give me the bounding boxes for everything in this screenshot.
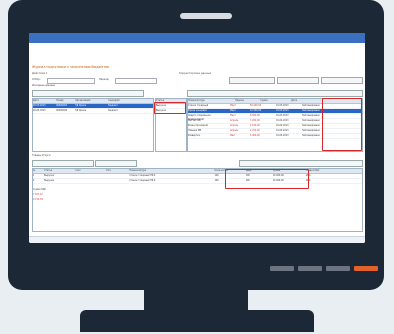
- column-header: Номенклатура: [129, 169, 147, 172]
- table-cell: 18%: [305, 174, 311, 177]
- toolbar-button[interactable]: [229, 77, 275, 84]
- table-cell: Март: [230, 114, 236, 117]
- highlight-box-article: [154, 102, 186, 114]
- table-row[interactable]: 2 Выручка Станок токарный ТВ-6 100 600 6…: [33, 179, 362, 201]
- monitor-stand-base: [80, 310, 314, 332]
- monitor-stand-neck: [144, 290, 248, 312]
- monitor-button[interactable]: [270, 266, 294, 271]
- lower-toolbar-2[interactable]: [95, 160, 137, 167]
- column-header: Ставка НДС: [305, 169, 320, 172]
- table-cell: Бюджет: [108, 104, 118, 107]
- table-cell: 4 100,00: [250, 124, 260, 127]
- table-cell: 01.04.2013: [276, 124, 289, 127]
- period-input[interactable]: [115, 78, 157, 84]
- toolbar-button-3[interactable]: [321, 77, 363, 84]
- table-cell: Март: [230, 109, 236, 112]
- column-header: Период: [235, 99, 244, 102]
- table-cell: Апрель: [230, 124, 239, 127]
- filter-label: Отбор:: [32, 78, 41, 81]
- table-cell: ТД Орион: [75, 109, 87, 112]
- page-title: Журнал подготовки к заполнению бюджетов: [32, 65, 109, 69]
- table-cell: 20.03.2013: [33, 104, 46, 107]
- table-cell: 01.03.2013: [276, 114, 289, 117]
- table-cell: Май: [230, 134, 235, 137]
- power-button[interactable]: [354, 266, 378, 271]
- table-cell: 01.03.2013: [276, 109, 289, 112]
- table-cell: Апрель: [230, 129, 239, 132]
- table-cell: 8 500,00: [250, 114, 260, 117]
- highlight-box-quantity: [225, 169, 309, 189]
- table-cell: 9 152,54: [33, 198, 43, 201]
- table-cell: Сверло спиральное: [188, 114, 211, 117]
- left-toolbar[interactable]: [32, 90, 144, 97]
- column-header: Статья: [44, 169, 53, 172]
- app-window: Журнал подготовки к заполнению бюджетов …: [29, 33, 365, 243]
- table-cell: Бюджет: [108, 109, 118, 112]
- monitor-button[interactable]: [298, 266, 322, 271]
- table-cell: 50 000,00: [250, 104, 262, 107]
- table-cell: 1: [33, 174, 35, 177]
- table-cell: 2 700,00: [250, 129, 260, 132]
- table-cell: Станок токарный ТВ-6: [129, 179, 156, 182]
- column-header: Сумма НДС: [33, 188, 47, 191]
- table-cell: Станок токарный ТВ-4: [129, 174, 156, 177]
- column-header: Кол.: [106, 169, 112, 172]
- table-cell: 01.05.2013: [276, 134, 289, 137]
- period-label: Период:: [99, 78, 110, 81]
- table-cell: Выручка: [44, 179, 54, 182]
- section-label: Исходные данные: [32, 84, 55, 87]
- column-header: Сумма: [260, 99, 268, 102]
- actions-menu[interactable]: Действия ▾: [32, 72, 47, 75]
- highlight-box-comment: [322, 98, 362, 151]
- window-title-bar: [29, 33, 365, 43]
- table-cell: Плашка М8: [188, 129, 202, 132]
- column-header: №: [33, 169, 36, 172]
- documents-table: Дата Номер Организация Сценарий 20.03.20…: [32, 98, 154, 152]
- lines-table: № Статья Счет Кол. Номенклатура Количест…: [32, 168, 363, 232]
- toolbar-button-2[interactable]: [277, 77, 319, 84]
- table-cell: Метчик М6: [188, 119, 201, 122]
- table-cell: 2: [33, 179, 35, 182]
- table-cell: 00000001: [56, 104, 68, 107]
- right-toolbar[interactable]: [187, 90, 363, 97]
- table-cell: 01.04.2013: [276, 119, 289, 122]
- status-bar: [29, 236, 365, 243]
- table-cell: Станок токарный: [188, 104, 209, 107]
- table-cell: 00000002: [56, 109, 68, 112]
- table-cell: 01.03.2013: [276, 104, 289, 107]
- table-cell: 3 200,00: [250, 119, 260, 122]
- lower-toolbar-3[interactable]: [239, 160, 363, 167]
- column-header: Счет: [75, 169, 81, 172]
- table-cell: Выручка: [44, 174, 54, 177]
- table-cell: Март: [230, 104, 236, 107]
- monitor-speaker: [180, 13, 232, 19]
- column-header: Сценарий: [108, 99, 120, 102]
- table-cell: 20.03.2013: [33, 109, 46, 112]
- table-cell: Резец проходной: [188, 124, 208, 127]
- table-cell: 5 900,00: [250, 134, 260, 137]
- table-cell: 7 627,12: [33, 193, 43, 196]
- table-row[interactable]: 20.03.2013 00000002 ТД Орион Бюджет: [33, 109, 153, 114]
- correction-menu[interactable]: Корректировка данных: [179, 72, 211, 75]
- tabs-label[interactable]: Товары Услуги: [32, 154, 51, 157]
- column-header: Номер: [56, 99, 64, 102]
- column-header: Номенклатура: [188, 99, 205, 102]
- column-header: Организация: [75, 99, 91, 102]
- table-cell: 18%: [305, 179, 311, 182]
- table-cell: Фреза концевая: [188, 109, 207, 112]
- table-cell: ТД Орион: [75, 104, 87, 107]
- table-cell: 01.04.2013: [276, 129, 289, 132]
- table-cell: Апрель: [230, 119, 239, 122]
- column-header: Дата: [291, 99, 297, 102]
- lower-toolbar[interactable]: [32, 160, 94, 167]
- monitor-bezel-bottom: [13, 250, 381, 277]
- column-header: Дата: [33, 99, 39, 102]
- table-cell: 12 000,00: [250, 109, 262, 112]
- monitor-button[interactable]: [326, 266, 350, 271]
- table-cell: Развертка: [188, 134, 200, 137]
